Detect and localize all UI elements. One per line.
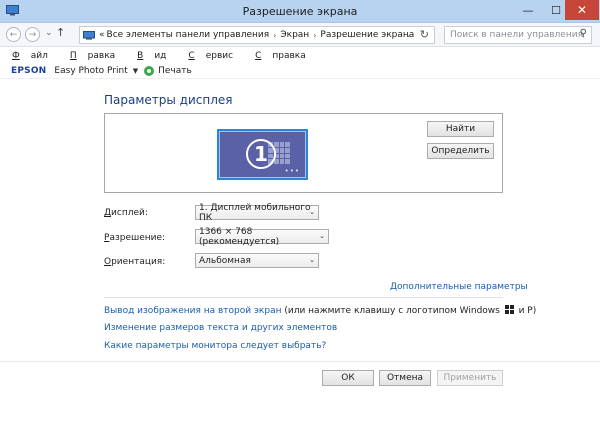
page-title: Параметры дисплея bbox=[104, 93, 233, 107]
windows-logo-icon bbox=[504, 305, 514, 314]
text-size-link[interactable]: Изменение размеров текста и других элеме… bbox=[104, 323, 337, 333]
breadcrumb-display[interactable]: Экран bbox=[280, 30, 309, 40]
epson-toolbar: EPSON Easy Photo Print ▼ Печать bbox=[0, 64, 600, 79]
address-bar[interactable]: « Все элементы панели управления › Экран… bbox=[79, 26, 435, 44]
back-button[interactable]: ← bbox=[6, 27, 21, 42]
menu-file[interactable]: Файл bbox=[12, 51, 59, 61]
menu-edit-accel: П bbox=[69, 50, 77, 61]
print-icon[interactable] bbox=[144, 66, 155, 76]
menu-file-label: айл bbox=[30, 50, 48, 61]
menu-service-accel: С bbox=[188, 50, 195, 61]
breadcrumb-resolution[interactable]: Разрешение экрана bbox=[320, 30, 414, 40]
menu-view[interactable]: Вид bbox=[137, 51, 177, 61]
second-screen-row: Вывод изображения на второй экран (или н… bbox=[104, 305, 536, 316]
resolution-label: Разрешение: bbox=[104, 233, 165, 243]
monitor-1-tile[interactable]: 1 ••• bbox=[217, 129, 308, 180]
orientation-select[interactable]: Альбомная ⌄ bbox=[195, 253, 319, 268]
control-panel-icon bbox=[83, 30, 95, 40]
menu-view-label: ид bbox=[154, 50, 167, 61]
apply-button[interactable]: Применить bbox=[437, 370, 503, 386]
monitor-help-link[interactable]: Какие параметры монитора следует выбрать… bbox=[104, 341, 326, 351]
display-label-text: исплей: bbox=[111, 208, 148, 218]
chevron-down-icon: ⌄ bbox=[309, 256, 315, 264]
up-arrow-icon[interactable]: ↑ bbox=[56, 26, 65, 39]
search-icon[interactable]: ⚲ bbox=[580, 28, 587, 39]
recent-locations-icon[interactable]: ⌄ bbox=[45, 28, 53, 38]
menu-service-label: ервис bbox=[205, 50, 234, 61]
chevron-down-icon[interactable]: ⌄ bbox=[405, 30, 412, 39]
easy-photo-print-button[interactable]: Easy Photo Print bbox=[54, 66, 127, 76]
search-input[interactable]: Поиск в панели управления ⚲ bbox=[444, 26, 592, 44]
refresh-icon[interactable]: ↻ bbox=[420, 28, 429, 41]
ok-button[interactable]: ОК bbox=[322, 370, 374, 386]
menu-help-label: правка bbox=[272, 50, 306, 61]
display-select[interactable]: 1. Дисплей мобильного ПК ⌄ bbox=[195, 202, 319, 223]
menu-edit[interactable]: Правка bbox=[70, 51, 126, 61]
display-label-accel: Д bbox=[104, 208, 112, 218]
identify-button[interactable]: Определить bbox=[427, 143, 494, 159]
chevron-down-icon: ⌄ bbox=[309, 208, 315, 216]
orientation-label: Ориентация: bbox=[104, 257, 165, 267]
second-screen-note-end: и P) bbox=[515, 306, 537, 316]
display-label: Дисплей: bbox=[104, 208, 148, 218]
chevron-right-icon[interactable]: › bbox=[273, 31, 276, 40]
menu-bar: Файл Правка Вид Сервис Справка bbox=[0, 47, 600, 64]
menu-help-accel: С bbox=[255, 50, 262, 61]
close-button[interactable]: ✕ bbox=[565, 0, 599, 20]
footer-divider bbox=[0, 361, 600, 362]
second-screen-link[interactable]: Вывод изображения на второй экран bbox=[104, 306, 281, 316]
menu-file-accel: Ф bbox=[12, 50, 20, 61]
divider bbox=[104, 297, 503, 298]
menu-help[interactable]: Справка bbox=[255, 51, 317, 61]
cancel-button[interactable]: Отмена bbox=[379, 370, 431, 386]
find-button[interactable]: Найти bbox=[427, 121, 494, 137]
display-preview-panel: 1 ••• Найти Определить bbox=[104, 113, 503, 193]
dropdown-arrow-icon[interactable]: ▼ bbox=[133, 67, 138, 75]
menu-service[interactable]: Сервис bbox=[188, 51, 244, 61]
window-title: Разрешение экрана bbox=[242, 5, 358, 18]
monitor-dots: ••• bbox=[284, 167, 300, 175]
resolution-select[interactable]: 1366 × 768 (рекомендуется) ⌄ bbox=[195, 226, 329, 247]
minimize-button[interactable]: — bbox=[514, 0, 542, 20]
second-screen-note: (или нажмите клавишу с логотипом Windows bbox=[281, 306, 500, 316]
chevron-right-icon[interactable]: › bbox=[313, 31, 316, 40]
orientation-label-text: риентация: bbox=[111, 257, 166, 267]
resolution-label-text: азрешение: bbox=[109, 233, 166, 243]
menu-view-accel: В bbox=[137, 50, 144, 61]
forward-button[interactable]: → bbox=[25, 27, 40, 42]
navigation-bar: ← → ⌄ ↑ « Все элементы панели управления… bbox=[0, 23, 600, 47]
advanced-settings-link[interactable]: Дополнительные параметры bbox=[390, 282, 528, 292]
orientation-select-value: Альбомная bbox=[199, 255, 251, 266]
menu-edit-label: равка bbox=[87, 50, 116, 61]
display-select-value: 1. Дисплей мобильного ПК bbox=[199, 202, 311, 223]
breadcrumb-prefix[interactable]: « bbox=[99, 30, 105, 40]
search-placeholder: Поиск в панели управления bbox=[450, 30, 583, 40]
epson-logo: EPSON bbox=[11, 66, 47, 76]
breadcrumb-all-items[interactable]: Все элементы панели управления bbox=[107, 30, 270, 40]
chevron-down-icon: ⌄ bbox=[319, 232, 325, 240]
print-button[interactable]: Печать bbox=[158, 66, 192, 76]
monitor-number: 1 bbox=[246, 139, 276, 169]
resolution-select-value: 1366 × 768 (рекомендуется) bbox=[199, 226, 280, 247]
title-bar: Разрешение экрана — ☐ ✕ bbox=[0, 0, 600, 23]
